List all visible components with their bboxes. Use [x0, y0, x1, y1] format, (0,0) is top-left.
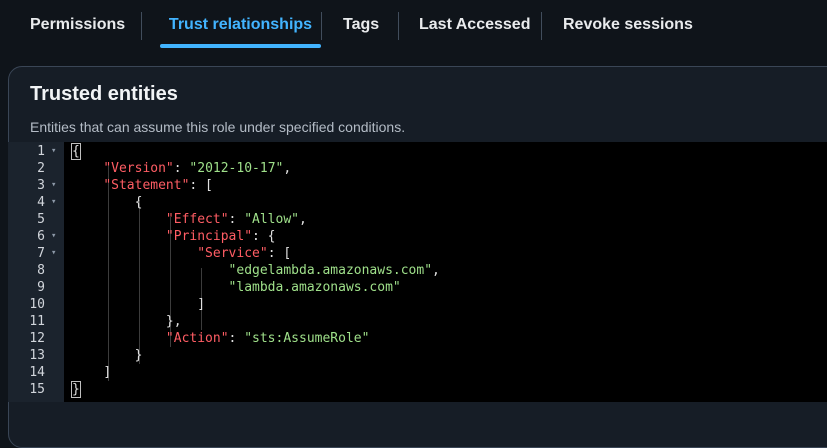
line-number: 14: [29, 365, 45, 380]
code-text: "Version": "2012-10-17",: [103, 161, 292, 176]
code-line: 2 "Version": "2012-10-17",: [8, 160, 827, 177]
fold-arrow-icon[interactable]: ▾: [51, 228, 56, 245]
code-line: 3 ▾ "Statement": [: [8, 177, 827, 194]
code-line: 4 ▾ {: [8, 194, 827, 211]
line-number: 10: [29, 297, 45, 312]
tab-last-accessed[interactable]: Last Accessed: [419, 0, 530, 50]
code-text: }: [71, 381, 81, 398]
code-text: "lambda.amazonaws.com": [228, 280, 401, 295]
line-number: 12: [29, 331, 45, 346]
line-number: 1: [37, 144, 45, 159]
line-number: 6: [37, 229, 45, 244]
code-line: 14 ]: [8, 364, 827, 381]
trust-policy-editor[interactable]: 1 ▾ { 2 "Version": "2012-10-17", 3 ▾ "St…: [8, 142, 827, 402]
code-line: 15 }: [8, 381, 827, 398]
code-text: ]: [197, 297, 206, 312]
line-number: 11: [29, 314, 45, 329]
code-line: 9 "lambda.amazonaws.com": [8, 279, 827, 296]
code-line: 7 ▾ "Service": [: [8, 245, 827, 262]
line-number: 3: [37, 178, 45, 193]
code-line: 13 }: [8, 347, 827, 364]
code-text: "edgelambda.amazonaws.com",: [228, 263, 440, 278]
code-line: 1 ▾ {: [8, 143, 827, 160]
code-line: 5 "Effect": "Allow",: [8, 211, 827, 228]
tab-trust-relationships[interactable]: Trust relationships: [160, 0, 321, 50]
code-line: 10 ]: [8, 296, 827, 313]
panel-title: Trusted entities: [30, 83, 178, 105]
code-line: 11 },: [8, 313, 827, 330]
fold-arrow-icon[interactable]: ▾: [51, 143, 56, 160]
line-number: 4: [37, 195, 45, 210]
code-text: "Effect": "Allow",: [165, 212, 307, 227]
tab-revoke-sessions[interactable]: Revoke sessions: [563, 0, 693, 50]
code-line: 8 "edgelambda.amazonaws.com",: [8, 262, 827, 279]
tab-bar: Permissions Trust relationships Tags Las…: [0, 0, 827, 54]
code-line: 6 ▾ "Principal": {: [8, 228, 827, 245]
code-text: {: [71, 143, 81, 160]
fold-arrow-icon[interactable]: ▾: [51, 194, 56, 211]
code-text: },: [165, 314, 182, 329]
line-number: 9: [37, 280, 45, 295]
code-text: }: [134, 348, 143, 363]
code-text: "Principal": {: [165, 229, 276, 244]
line-number: 2: [37, 161, 45, 176]
tab-divider: [398, 12, 399, 40]
code-text: "Action": "sts:AssumeRole": [165, 331, 370, 346]
tab-permissions[interactable]: Permissions: [30, 0, 125, 50]
fold-arrow-icon[interactable]: ▾: [51, 245, 56, 262]
line-number: 5: [37, 212, 45, 227]
tab-divider: [541, 12, 542, 40]
code-text: ]: [103, 365, 112, 380]
tab-divider: [321, 12, 322, 40]
code-line: 12 "Action": "sts:AssumeRole": [8, 330, 827, 347]
code-text: "Statement": [: [103, 178, 213, 193]
tab-divider: [141, 12, 142, 40]
fold-arrow-icon[interactable]: ▾: [51, 177, 56, 194]
line-number: 8: [37, 263, 45, 278]
line-number: 7: [37, 246, 45, 261]
line-number: 13: [29, 348, 45, 363]
code-text: {: [134, 195, 143, 210]
panel-description: Entities that can assume this role under…: [30, 119, 406, 135]
tab-tags[interactable]: Tags: [343, 0, 379, 50]
line-number: 15: [29, 382, 45, 397]
code-text: "Service": [: [197, 246, 292, 261]
